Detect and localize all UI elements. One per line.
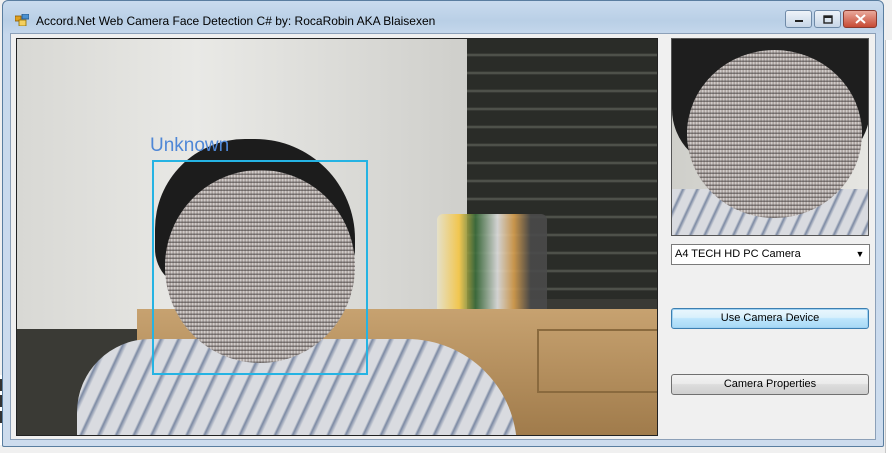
camera-device-select[interactable]: A4 TECH HD PC Camera ▼ xyxy=(671,244,870,265)
app-icon[interactable] xyxy=(15,14,29,26)
face-detection-label: Unknown xyxy=(150,135,230,156)
maximize-icon xyxy=(822,14,833,24)
window-title: Accord.Net Web Camera Face Detection C# … xyxy=(36,14,436,28)
background-window-edge xyxy=(885,40,892,453)
scene-bottles xyxy=(437,214,547,309)
maximize-button[interactable] xyxy=(814,10,841,28)
camera-properties-button[interactable]: Camera Properties xyxy=(671,374,869,395)
minimize-icon xyxy=(794,20,803,22)
window-controls xyxy=(783,10,877,28)
close-button[interactable] xyxy=(843,10,877,28)
form-client-area: Unknown A4 TECH HD PC Camera ▼ Use Camer… xyxy=(10,33,876,440)
camera-video-view: Unknown xyxy=(16,38,658,436)
face-detection-box xyxy=(152,160,368,375)
redacted-preview-face xyxy=(687,50,862,218)
dropdown-arrow-icon[interactable]: ▼ xyxy=(853,245,867,264)
app-window: Accord.Net Web Camera Face Detection C# … xyxy=(2,0,884,447)
minimize-button[interactable] xyxy=(785,10,812,28)
title-bar[interactable]: Accord.Net Web Camera Face Detection C# … xyxy=(3,1,883,35)
close-icon xyxy=(854,14,866,24)
use-camera-device-button[interactable]: Use Camera Device xyxy=(671,308,869,329)
face-preview-box xyxy=(671,38,869,236)
scene-drawer xyxy=(537,329,657,393)
camera-device-select-value: A4 TECH HD PC Camera xyxy=(675,248,801,260)
